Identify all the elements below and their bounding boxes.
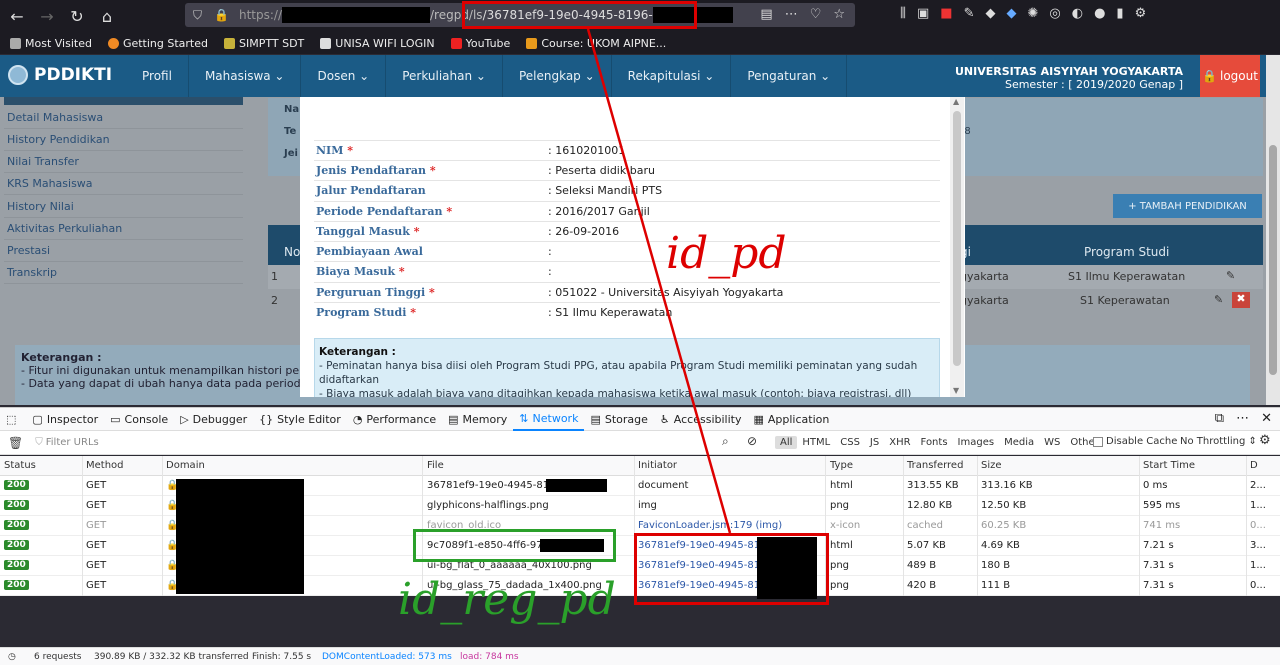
annotation-id-pd: id_pd [666,228,787,279]
annotation-arrow-line [586,28,732,534]
annotation-id-reg-pd: id_reg_pd [398,574,616,625]
